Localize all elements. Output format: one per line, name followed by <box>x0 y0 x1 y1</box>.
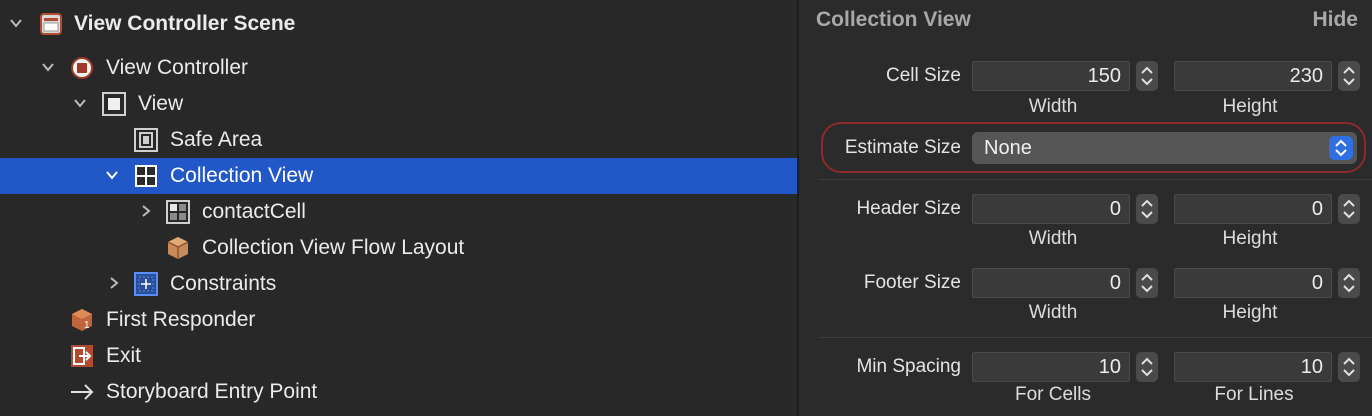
collection-view-label: Collection View <box>170 164 314 187</box>
min-spacing-lines-caption: For Lines <box>1214 384 1294 405</box>
separator <box>819 337 1372 338</box>
header-height-field[interactable]: 0 <box>1174 194 1332 224</box>
separator <box>819 179 1372 180</box>
cell-width-caption: Width <box>1028 96 1078 117</box>
constraints-label: Constraints <box>170 272 277 295</box>
cell-height-caption: Height <box>1222 96 1278 117</box>
outline-row-flow-layout[interactable]: Collection View Flow Layout <box>0 230 797 266</box>
outline-row-entry-point[interactable]: Storyboard Entry Point <box>0 374 797 410</box>
scene-label: View Controller Scene <box>74 12 296 35</box>
cell-size-label: Cell Size <box>886 65 961 86</box>
outline-row-collection-view[interactable]: Collection View <box>0 158 797 194</box>
flow-layout-label: Collection View Flow Layout <box>202 236 465 259</box>
collection-cell-icon <box>166 200 190 224</box>
header-size-label: Header Size <box>856 198 961 219</box>
cell-height-field[interactable]: 230 <box>1174 61 1332 91</box>
view-controller-label: View Controller <box>106 56 249 79</box>
scene-icon <box>39 12 63 36</box>
estimate-size-value: None <box>984 137 1032 159</box>
min-spacing-lines-field[interactable]: 10 <box>1174 352 1332 382</box>
outline-row-view[interactable]: View <box>0 86 797 122</box>
footer-size-label: Footer Size <box>863 272 961 293</box>
collection-view-icon <box>134 164 158 188</box>
footer-height-caption: Height <box>1222 302 1278 323</box>
contact-cell-label: contactCell <box>202 200 306 223</box>
popup-chevrons-icon <box>1329 136 1353 160</box>
arrow-right-icon <box>70 380 94 404</box>
document-outline: View Controller Scene View Controller Vi… <box>0 0 797 416</box>
size-inspector: Collection View Hide Cell Size 150 230 W… <box>799 0 1372 416</box>
footer-height-stepper[interactable] <box>1338 268 1360 298</box>
cell-width-stepper[interactable] <box>1136 61 1158 91</box>
outline-row-first-responder[interactable]: 1 First Responder <box>0 302 797 338</box>
footer-height-field[interactable]: 0 <box>1174 268 1332 298</box>
inspector-section-title: Collection View <box>816 8 971 31</box>
safe-area-icon <box>134 128 158 152</box>
outline-row-constraints[interactable]: Constraints <box>0 266 797 302</box>
view-icon <box>102 92 126 116</box>
header-height-stepper[interactable] <box>1338 194 1360 224</box>
view-label: View <box>138 92 184 115</box>
outline-row-contact-cell[interactable]: contactCell <box>0 194 797 230</box>
first-responder-label: First Responder <box>106 308 256 331</box>
cell-width-field[interactable]: 150 <box>972 61 1130 91</box>
footer-width-field[interactable]: 0 <box>972 268 1130 298</box>
disclosure-expanded-icon[interactable] <box>73 96 87 110</box>
flow-layout-cube-icon <box>166 236 190 260</box>
hide-button[interactable]: Hide <box>1312 8 1358 32</box>
exit-icon <box>70 344 94 368</box>
view-controller-icon <box>70 56 94 80</box>
outline-row-view-controller[interactable]: View Controller <box>0 50 797 86</box>
min-spacing-lines-stepper[interactable] <box>1338 352 1360 382</box>
disclosure-expanded-icon[interactable] <box>41 60 55 74</box>
cell-height-stepper[interactable] <box>1338 61 1360 91</box>
header-height-caption: Height <box>1222 228 1278 249</box>
outline-row-exit[interactable]: Exit <box>0 338 797 374</box>
min-spacing-cells-stepper[interactable] <box>1136 352 1158 382</box>
header-width-caption: Width <box>1028 228 1078 249</box>
min-spacing-label: Min Spacing <box>856 356 961 377</box>
footer-width-stepper[interactable] <box>1136 268 1158 298</box>
disclosure-expanded-icon[interactable] <box>9 16 23 30</box>
entry-point-label: Storyboard Entry Point <box>106 380 318 403</box>
outline-row-safe-area[interactable]: Safe Area <box>0 122 797 158</box>
disclosure-collapsed-icon[interactable] <box>107 276 121 290</box>
exit-label: Exit <box>106 344 142 367</box>
estimate-size-label: Estimate Size <box>844 137 961 158</box>
min-spacing-cells-field[interactable]: 10 <box>972 352 1130 382</box>
outline-row-scene[interactable]: View Controller Scene <box>0 6 797 42</box>
header-width-field[interactable]: 0 <box>972 194 1130 224</box>
first-responder-icon: 1 <box>70 308 94 332</box>
safe-area-label: Safe Area <box>170 128 263 151</box>
svg-text:1: 1 <box>84 320 90 331</box>
disclosure-collapsed-icon[interactable] <box>139 204 153 218</box>
disclosure-expanded-icon[interactable] <box>105 168 119 182</box>
footer-width-caption: Width <box>1028 302 1078 323</box>
estimate-size-popup[interactable]: None <box>972 132 1357 164</box>
constraints-icon <box>134 272 158 296</box>
header-width-stepper[interactable] <box>1136 194 1158 224</box>
min-spacing-cells-caption: For Cells <box>1014 384 1091 405</box>
